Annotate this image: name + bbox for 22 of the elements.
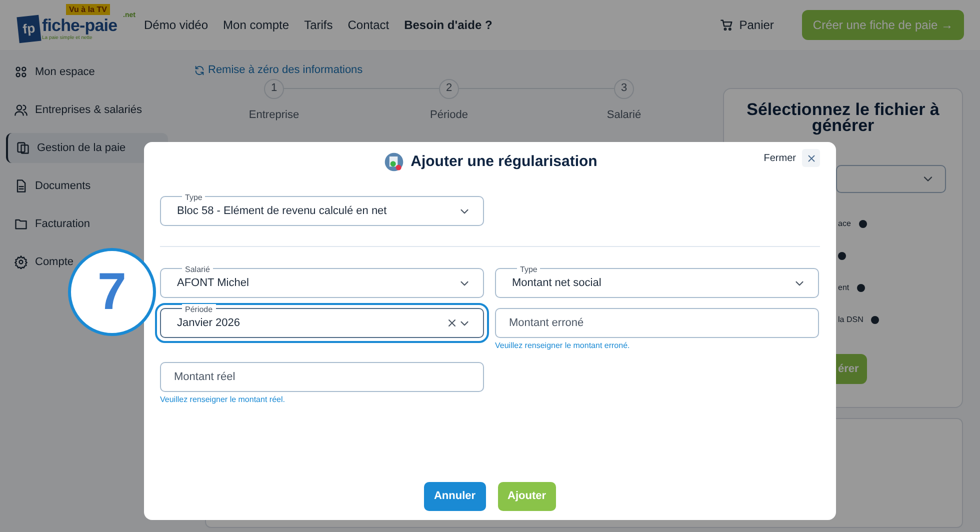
logo-badge: Vu à la TV [66, 4, 110, 15]
error-message: Veuillez renseigner le montant réel. [160, 394, 286, 406]
dialog-title: Ajouter une régularisation [410, 152, 598, 172]
field-value: AFONT Michel [177, 276, 250, 291]
option-label: ent [838, 282, 850, 294]
field-value: Bloc 58 - Elément de revenu calculé en net [177, 204, 388, 219]
step-number: 3 [614, 78, 634, 98]
step-number: 2 [439, 78, 459, 98]
option-label: ace [838, 218, 851, 230]
step-number: 1 [264, 78, 284, 98]
option-label: la DSN [838, 314, 864, 326]
logo-text: fiche-paie [42, 17, 118, 34]
field-label: Type [517, 264, 540, 276]
logo-mark: fp [16, 14, 42, 44]
step-label: Salarié [606, 108, 642, 122]
field-label: Type [182, 192, 206, 204]
close-label: Fermer [764, 152, 796, 166]
error-message: Veuillez renseigner le montant erroné. [495, 340, 631, 352]
step-label: Période [430, 108, 468, 122]
step-label: Entreprise [248, 108, 300, 122]
field-value: Montant net social [512, 276, 602, 291]
field-value: Janvier 2026 [177, 316, 241, 331]
